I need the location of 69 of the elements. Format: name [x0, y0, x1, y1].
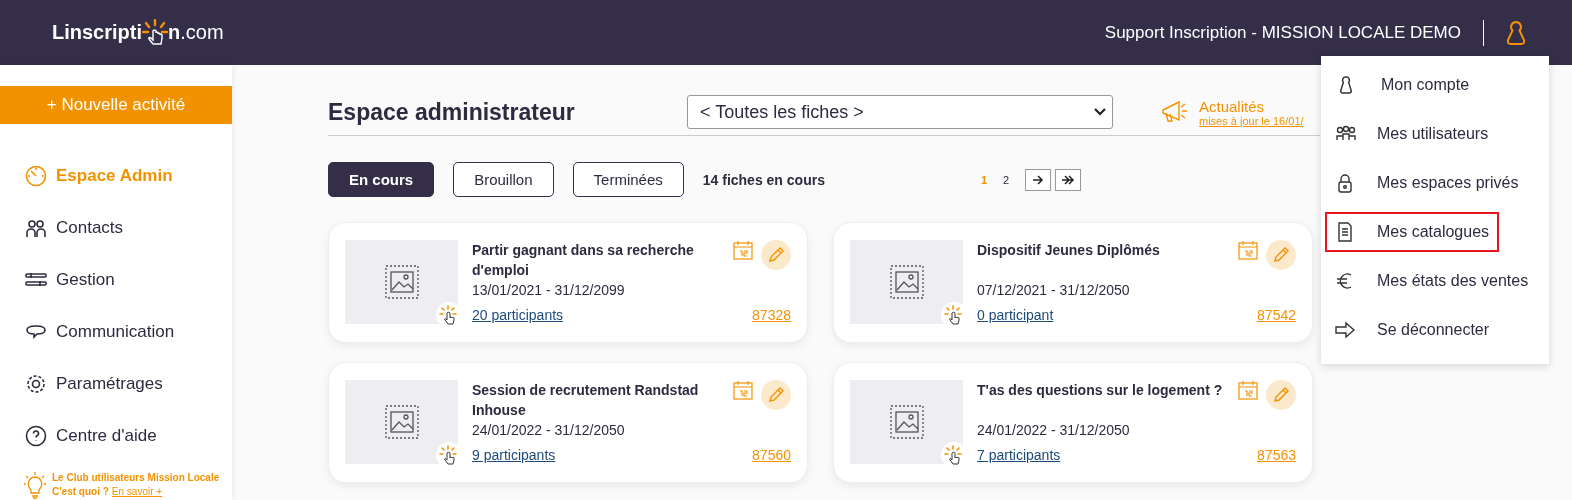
next-page-button[interactable]: [1025, 168, 1052, 191]
person-icon: [1339, 76, 1353, 94]
image-icon: [889, 265, 924, 299]
calendar-icon[interactable]: [733, 380, 753, 400]
last-page-button[interactable]: [1055, 168, 1082, 191]
activity-dates: 07/12/2021 - 31/12/2050: [977, 282, 1131, 298]
menu-item[interactable]: Mes utilisateurs: [1325, 114, 1499, 154]
menu-item[interactable]: Mon compte: [1325, 65, 1480, 105]
participants-link[interactable]: 7 participants: [977, 446, 1061, 465]
pencil-icon: [767, 386, 785, 404]
lightbulb-icon: [24, 472, 46, 500]
activity-card[interactable]: Dispositif Jeunes Diplômés 07/12/2021 - 31/12/2050 0 participant 87542: [833, 222, 1313, 343]
activity-title: Session de recrutement Randstad Inhouse: [472, 381, 700, 420]
sidebar-item[interactable]: Gestion: [0, 254, 139, 306]
settings-icon: [24, 372, 48, 396]
activity-title: Dispositif Jeunes Diplômés: [977, 241, 1161, 260]
account-name: Support Inscription - MISSION LOCALE DEMO: [1104, 22, 1461, 43]
calendar-icon[interactable]: [1238, 380, 1258, 400]
participants-link[interactable]: 9 participants: [472, 446, 556, 465]
filter-dropdown[interactable]: < Toutes les fiches >: [687, 95, 1113, 129]
menu-item[interactable]: Mes espaces privés: [1325, 163, 1529, 203]
arrow-right-icon: [1032, 174, 1045, 185]
club-title: Le Club utilisateurs Mission Locale: [52, 472, 220, 483]
activity-title: Partir gagnant dans sa recherche d'emploi: [472, 241, 695, 280]
edit-button[interactable]: [761, 240, 791, 270]
gauge-icon: [24, 164, 48, 188]
logo-text[interactable]: Linscripti: [52, 21, 142, 44]
calendar-icon[interactable]: [733, 240, 753, 260]
menu-item[interactable]: Mes états des ventes: [1325, 261, 1539, 301]
sidebar-item[interactable]: Centre d'aide: [0, 410, 181, 462]
logout-icon: [1335, 320, 1357, 340]
image-icon: [384, 405, 419, 439]
logo-domain[interactable]: .com: [180, 21, 224, 44]
sidebar-item[interactable]: Contacts: [0, 202, 148, 254]
participants-link[interactable]: 20 participants: [472, 306, 564, 325]
menu-item[interactable]: Mes catalogues: [1325, 212, 1500, 252]
pencil-icon: [1272, 386, 1290, 404]
sidebar-item[interactable]: Paramétrages: [0, 358, 187, 410]
activity-title: T'as des questions sur le logement ?: [977, 381, 1224, 400]
pencil-icon: [767, 246, 785, 264]
status-tab[interactable]: En cours: [328, 162, 435, 197]
results-count: 14 fiches en cours: [702, 171, 825, 188]
calendar-icon[interactable]: [1238, 240, 1258, 260]
edit-button[interactable]: [761, 380, 791, 410]
edit-button[interactable]: [1266, 380, 1296, 410]
user-icon[interactable]: [1483, 19, 1526, 46]
status-tab[interactable]: Terminées: [572, 162, 684, 197]
pencil-icon: [1272, 246, 1290, 264]
help-icon: [24, 424, 48, 448]
club-question: C'est quoi ?: [52, 486, 109, 497]
activity-card[interactable]: T'as des questions sur le logement ? 24/01/2022 - 31/12/2050 7 participants 87563: [833, 362, 1313, 483]
logo-text[interactable]: n: [168, 21, 181, 44]
image-icon: [889, 405, 924, 439]
participants-link[interactable]: 0 participant: [977, 306, 1054, 325]
double-arrow-right-icon: [1061, 174, 1076, 185]
sidebar-item[interactable]: Communication: [0, 306, 199, 358]
click-hand-icon: [142, 18, 168, 47]
status-tab[interactable]: Brouillon: [453, 162, 554, 197]
activity-dates: 24/01/2022 - 31/12/2050: [977, 422, 1131, 438]
activity-card[interactable]: Session de recrutement Randstad Inhouse 24/01/2022 - 31/12/2050 9 participants 87560: [328, 362, 808, 483]
activity-dates: 13/01/2021 - 31/12/2099: [472, 282, 626, 298]
menu-item[interactable]: Se déconnecter: [1325, 310, 1500, 350]
page-link[interactable]: 2: [999, 173, 1014, 186]
image-icon: [384, 265, 419, 299]
page-title: Espace administrateur: [328, 98, 576, 126]
activity-dates: 24/01/2022 - 31/12/2050: [472, 422, 626, 438]
activity-card[interactable]: Partir gagnant dans sa recherche d'emploi 13/01/2021 - 31/12/2099 20 participants 87328: [328, 222, 808, 343]
edit-button[interactable]: [1266, 240, 1296, 270]
chevron-down-icon: [1094, 108, 1106, 116]
